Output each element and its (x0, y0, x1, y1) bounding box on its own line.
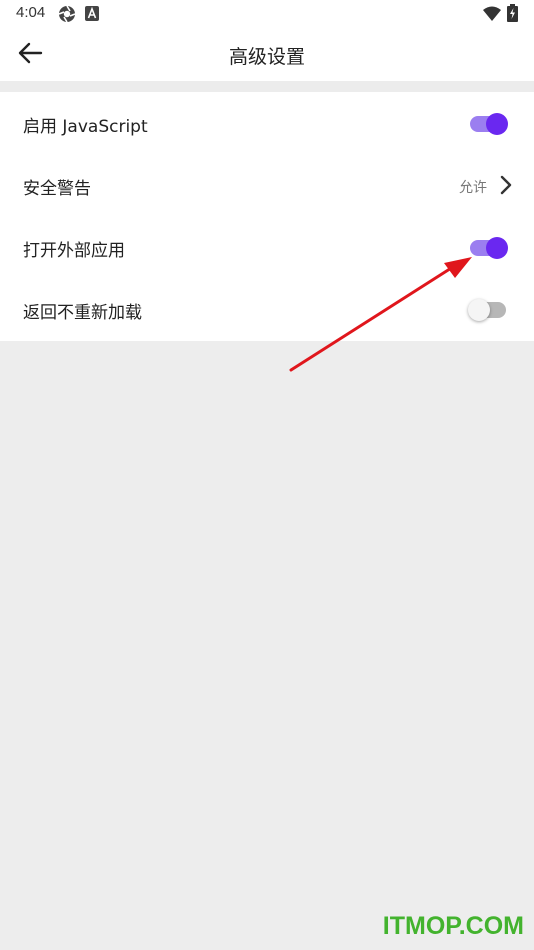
annotation-arrow (289, 257, 472, 372)
watermark: ITMOP.COM (382, 912, 524, 940)
